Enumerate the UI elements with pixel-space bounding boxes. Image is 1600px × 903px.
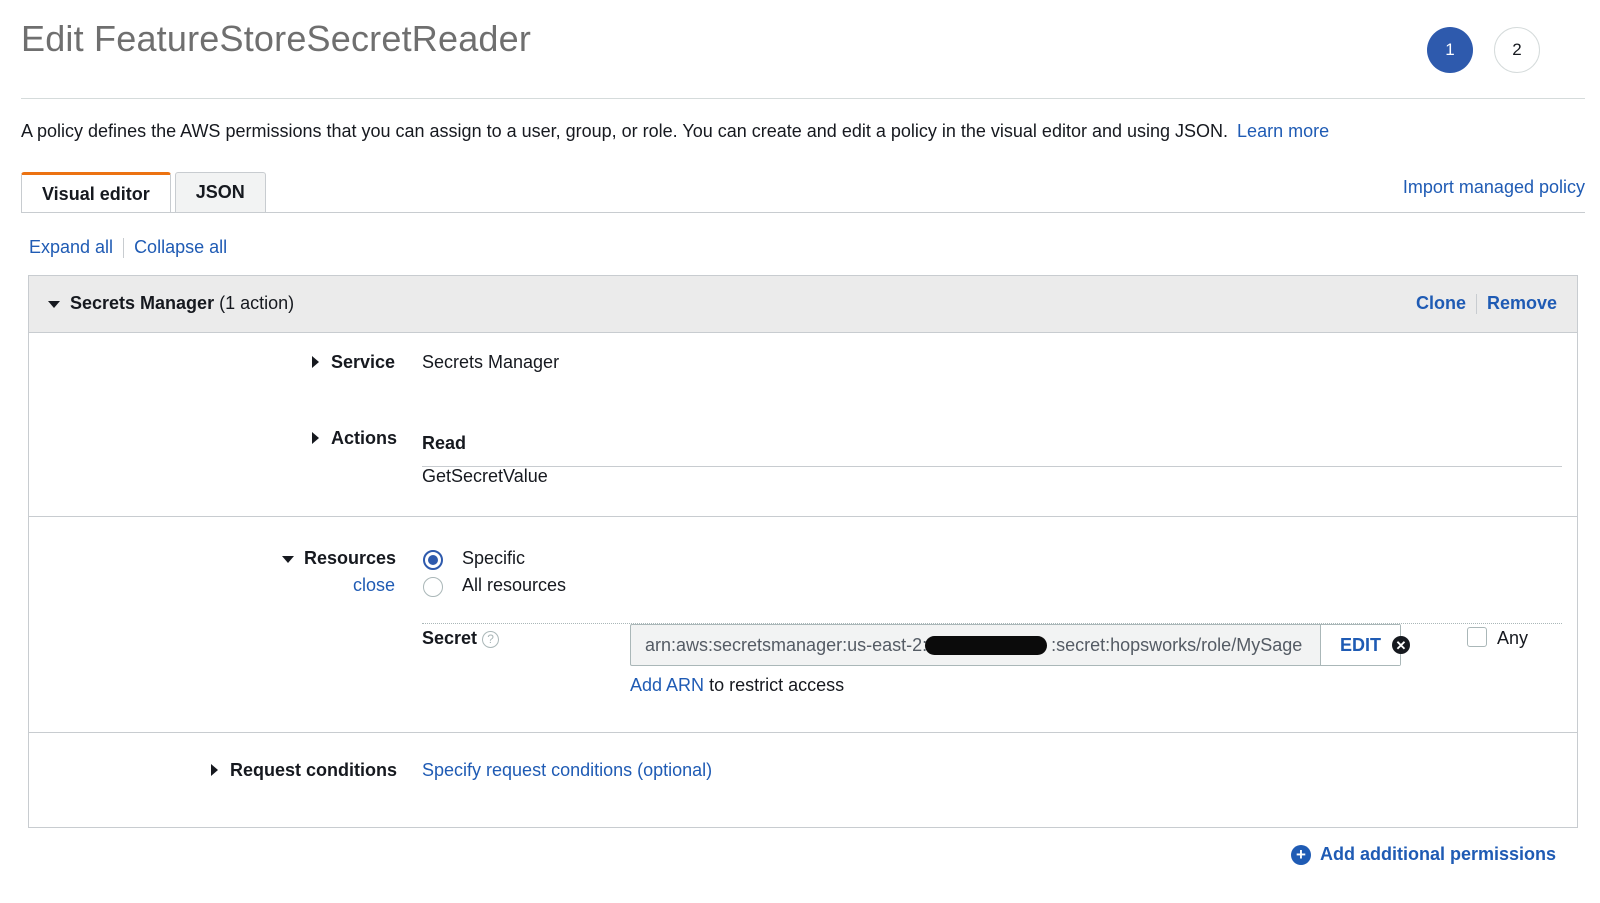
radio-specific-label[interactable]: Specific: [462, 548, 525, 569]
caret-down-icon[interactable]: [48, 301, 60, 308]
tab-json[interactable]: JSON: [174, 172, 266, 212]
policy-statement-panel: Secrets Manager (1 action) Clone Remove …: [28, 275, 1578, 828]
separator: [1475, 293, 1477, 314]
plus-circle-icon: +: [1290, 844, 1311, 865]
any-checkbox[interactable]: [1467, 627, 1487, 647]
caret-right-icon[interactable]: [312, 432, 319, 444]
add-arn-suffix: to restrict access: [709, 675, 845, 695]
expand-all-link[interactable]: Expand all: [29, 237, 113, 258]
resources-close-link[interactable]: close: [353, 575, 395, 596]
step-2-indicator[interactable]: 2: [1494, 27, 1540, 73]
secret-label-text: Secret: [422, 628, 478, 648]
request-conditions-label[interactable]: Request conditions: [230, 760, 397, 781]
add-arn-link[interactable]: Add ARN: [630, 675, 704, 695]
remove-arn-icon[interactable]: ✕: [1392, 636, 1410, 654]
arn-edit-button[interactable]: EDIT: [1320, 625, 1400, 665]
add-arn-row: Add ARN to restrict access: [630, 675, 844, 696]
statement-title: Secrets Manager (1 action): [70, 293, 294, 314]
redaction-mark: [925, 636, 1047, 655]
statement-service-name: Secrets Manager: [70, 293, 215, 313]
resources-label[interactable]: Resources: [304, 548, 396, 569]
page-title: Edit FeatureStoreSecretReader: [21, 18, 532, 59]
add-additional-permissions-link[interactable]: Add additional permissions: [1320, 844, 1556, 865]
statement-header[interactable]: Secrets Manager (1 action) Clone Remove: [29, 276, 1577, 333]
caret-right-icon[interactable]: [312, 356, 319, 368]
policy-description-text: A policy defines the AWS permissions tha…: [21, 121, 1229, 141]
actions-divider: [422, 466, 1562, 467]
import-managed-policy-link[interactable]: Import managed policy: [1403, 177, 1585, 198]
help-icon[interactable]: ?: [482, 630, 500, 648]
section-divider: [29, 732, 1577, 733]
tabs-divider: [21, 212, 1585, 213]
service-label[interactable]: Service: [331, 352, 395, 373]
secret-label: Secret?: [422, 628, 500, 649]
actions-label[interactable]: Actions: [331, 428, 397, 449]
clone-link[interactable]: Clone: [1416, 293, 1466, 314]
radio-all-resources[interactable]: [423, 577, 443, 597]
title-divider: [21, 98, 1585, 99]
secret-arn-field[interactable]: arn:aws:secretsmanager:us-east-2: :secret…: [630, 624, 1401, 666]
expand-collapse-controls: Expand all Collapse all: [29, 237, 227, 258]
action-getsecretvalue: GetSecretValue: [422, 466, 548, 486]
section-divider: [29, 516, 1577, 517]
learn-more-link[interactable]: Learn more: [1237, 121, 1329, 141]
tab-visual-editor[interactable]: Visual editor: [21, 172, 171, 213]
editor-tabs: Visual editor JSON: [21, 172, 270, 213]
radio-specific[interactable]: [423, 550, 443, 570]
any-checkbox-label[interactable]: Any: [1497, 628, 1528, 649]
statement-action-count: (1 action): [219, 293, 295, 313]
actions-group-read: Read: [422, 433, 467, 453]
policy-description: A policy defines the AWS permissions tha…: [21, 121, 1329, 142]
service-value: Secrets Manager: [422, 352, 560, 372]
separator: [123, 237, 125, 258]
arn-prefix: arn:aws:secretsmanager:us-east-2:: [645, 635, 928, 655]
add-additional-permissions[interactable]: + Add additional permissions: [1290, 844, 1556, 865]
caret-right-icon[interactable]: [211, 764, 218, 776]
caret-down-icon[interactable]: [282, 556, 294, 563]
collapse-all-link[interactable]: Collapse all: [134, 237, 227, 258]
step-1-indicator[interactable]: 1: [1427, 27, 1473, 73]
arn-suffix: :secret:hopsworks/role/MySage: [1051, 635, 1303, 655]
statement-actions: Clone Remove: [1416, 293, 1557, 314]
secret-arn-value: arn:aws:secretsmanager:us-east-2: :secret…: [631, 625, 1320, 665]
specify-request-conditions-link[interactable]: Specify request conditions (optional): [422, 760, 712, 781]
radio-all-resources-label[interactable]: All resources: [462, 575, 566, 596]
remove-link[interactable]: Remove: [1487, 293, 1557, 314]
